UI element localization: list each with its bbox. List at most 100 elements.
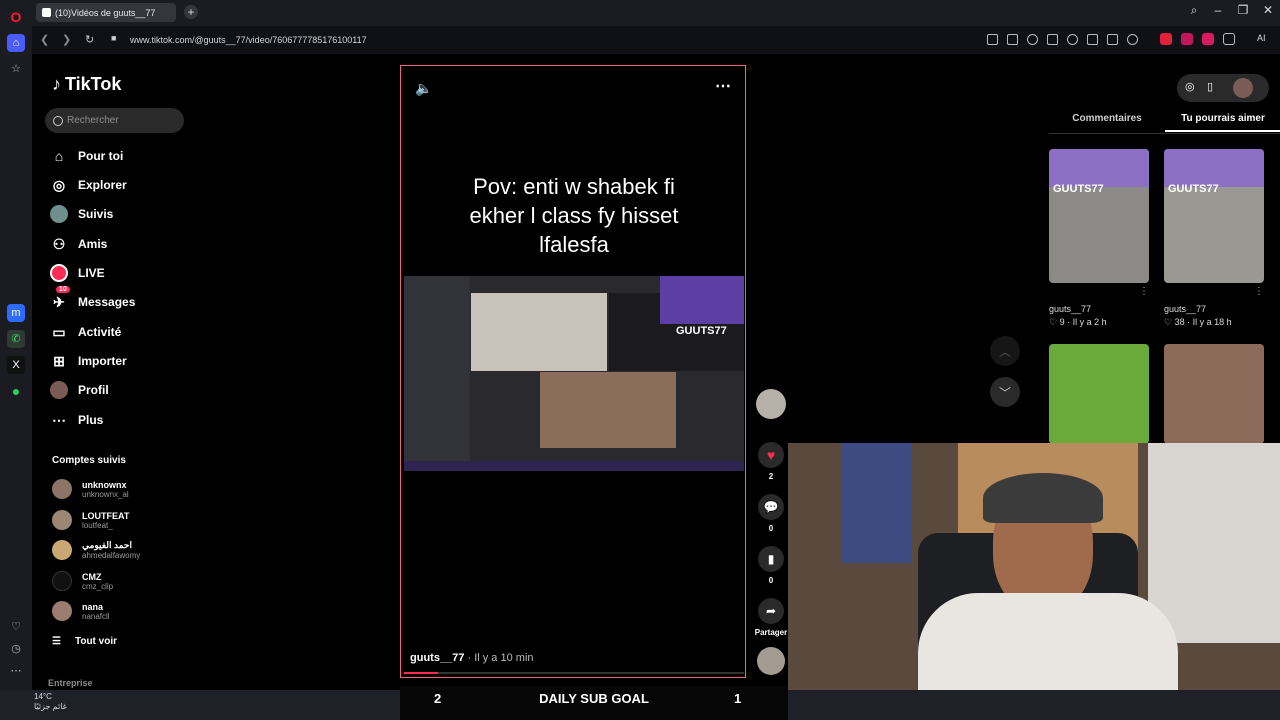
forward-icon[interactable]: ❯ bbox=[62, 33, 71, 46]
nav-explorer[interactable]: ◎ Explorer bbox=[50, 173, 127, 197]
see-all-link[interactable]: ☰ Tout voir bbox=[52, 636, 117, 647]
nav-amis[interactable]: ⚇ Amis bbox=[50, 232, 108, 256]
spotify-icon[interactable]: ● bbox=[7, 382, 25, 400]
device-icon[interactable]: ▯ bbox=[1207, 80, 1213, 93]
video-progress[interactable] bbox=[404, 672, 744, 674]
suggested-author[interactable]: guuts__77 bbox=[1164, 304, 1206, 314]
account-name: unknownx bbox=[82, 479, 127, 490]
nav-label: Profil bbox=[78, 383, 109, 397]
followed-account[interactable]: LOUTFEAT loutfeat_ bbox=[52, 506, 129, 534]
bookmark-icon: ▮ bbox=[758, 546, 784, 572]
overlay-name: GUUTS77 bbox=[676, 325, 727, 337]
followed-account[interactable]: unknownx unknownx_al bbox=[52, 475, 129, 503]
opera-logo-icon[interactable]: O bbox=[7, 8, 25, 26]
nav-profil[interactable]: Profil bbox=[50, 378, 109, 402]
history-icon[interactable]: ◷ bbox=[7, 640, 25, 658]
profile-avatar[interactable] bbox=[1233, 78, 1253, 98]
search-icon bbox=[53, 115, 63, 126]
more-options-icon[interactable]: ⋯ bbox=[715, 76, 731, 96]
messages-badge: 10 bbox=[56, 286, 70, 293]
followed-account[interactable]: CMZ cmz_clip bbox=[52, 567, 113, 595]
x-icon[interactable]: X bbox=[7, 356, 25, 374]
footer-link[interactable]: Entreprise bbox=[48, 678, 93, 688]
account-handle: nanafcll bbox=[82, 611, 110, 621]
more-options-icon[interactable]: ⋮ bbox=[1139, 286, 1149, 297]
play-icon[interactable] bbox=[1047, 34, 1058, 45]
minimize-icon[interactable]: – bbox=[1209, 3, 1227, 17]
extension-red-icon[interactable] bbox=[1160, 33, 1172, 45]
search-tabs-icon[interactable]: ⌕ bbox=[1185, 3, 1203, 18]
followed-account[interactable]: nana nanafcll bbox=[52, 597, 110, 625]
volume-icon[interactable]: 🔈 bbox=[415, 80, 432, 97]
menu-icon[interactable] bbox=[1107, 34, 1118, 45]
download-icon[interactable] bbox=[1087, 34, 1098, 45]
extension-pink-icon[interactable] bbox=[1181, 33, 1193, 45]
messenger-icon[interactable]: m bbox=[7, 304, 25, 322]
taskbar-strip bbox=[404, 461, 744, 471]
followed-account[interactable]: احمد الفيومي ahmedalfawomy bbox=[52, 536, 140, 564]
share-button[interactable]: ➦ Partager bbox=[755, 598, 787, 637]
maximize-icon[interactable]: ❐ bbox=[1234, 3, 1252, 17]
nav-pour-toi[interactable]: ⌂ Pour toi bbox=[50, 144, 124, 168]
back-icon[interactable]: ❮ bbox=[40, 33, 49, 46]
nav-messages[interactable]: ✈ 10 Messages bbox=[50, 286, 135, 314]
activity-icon: ▭ bbox=[52, 323, 66, 340]
compass-icon[interactable]: ◎ bbox=[1185, 80, 1195, 93]
streamer-cam bbox=[660, 276, 744, 324]
window bbox=[1148, 443, 1280, 643]
suggested-video-thumbnail[interactable]: GUUTS77 bbox=[1164, 149, 1264, 283]
home-icon[interactable]: ⌂ bbox=[7, 34, 25, 52]
tiktok-note-icon: ♪ bbox=[52, 74, 61, 94]
nav-activite[interactable]: ▭ Activité bbox=[50, 320, 121, 344]
suggested-video-thumbnail[interactable] bbox=[1164, 344, 1264, 444]
weather-widget[interactable]: 14°C غائم جزئيًا bbox=[14, 692, 67, 712]
browser-tab[interactable]: (10)Vidéos de guuts__77 bbox=[36, 3, 176, 22]
heart-outline-icon[interactable] bbox=[1067, 34, 1078, 45]
music-disc[interactable] bbox=[756, 647, 786, 675]
extension-magenta-icon[interactable] bbox=[1202, 33, 1214, 45]
shield-icon[interactable] bbox=[1027, 34, 1038, 45]
suggested-video-thumbnail[interactable]: GUUTS77 bbox=[1049, 149, 1149, 283]
author-avatar[interactable] bbox=[756, 389, 786, 419]
nav-live[interactable]: LIVE bbox=[50, 261, 105, 285]
search-input[interactable]: Rechercher bbox=[45, 108, 184, 133]
comment-button[interactable]: 💬 0 bbox=[756, 494, 786, 533]
close-window-icon[interactable]: ✕ bbox=[1259, 3, 1277, 17]
edit-icon[interactable] bbox=[987, 34, 998, 45]
previous-video-button[interactable]: ︿ bbox=[990, 336, 1020, 366]
camera-icon[interactable] bbox=[1007, 34, 1018, 45]
extensions-icon[interactable] bbox=[1223, 33, 1235, 45]
heart-icon[interactable]: ♡ bbox=[7, 618, 25, 636]
tiktok-logo[interactable]: ♪ TikTok bbox=[52, 74, 121, 95]
account-icon[interactable] bbox=[1127, 34, 1138, 45]
new-tab-button[interactable]: + bbox=[184, 5, 198, 19]
suggested-stats: ♡ 9 · Il y a 2 h bbox=[1049, 317, 1107, 327]
webcam-frame bbox=[471, 293, 607, 371]
video-author[interactable]: guuts__77 · Il y a 10 min bbox=[410, 652, 534, 664]
suggested-author[interactable]: guuts__77 bbox=[1049, 304, 1091, 314]
save-button[interactable]: ▮ 0 bbox=[756, 546, 786, 585]
url-field[interactable]: www.tiktok.com/@guuts__77/video/76067777… bbox=[130, 35, 367, 45]
nav-label: Suivis bbox=[78, 207, 114, 221]
suggested-video-thumbnail[interactable] bbox=[1049, 344, 1149, 444]
heart-icon: ♥ bbox=[758, 442, 784, 468]
tab-comments[interactable]: Commentaires bbox=[1049, 110, 1165, 132]
nav-importer[interactable]: ⊞ Importer bbox=[50, 349, 127, 373]
account-handle: ahmedalfawomy bbox=[82, 551, 141, 560]
curtain bbox=[842, 443, 912, 563]
account-handle: loutfeat_ bbox=[82, 520, 113, 530]
star-icon[interactable]: ☆ bbox=[7, 60, 25, 78]
nav-plus[interactable]: ⋯ Plus bbox=[50, 408, 103, 432]
like-button[interactable]: ♥ 2 bbox=[756, 442, 786, 481]
account-handle: unknownx_al bbox=[82, 489, 129, 499]
ai-button[interactable]: AI bbox=[1257, 33, 1266, 43]
next-video-button[interactable]: ﹀ bbox=[990, 377, 1020, 407]
nav-suivis[interactable]: Suivis bbox=[50, 202, 113, 226]
more-dots-icon[interactable]: ⋯ bbox=[7, 662, 25, 680]
reload-icon[interactable]: ↻ bbox=[85, 33, 94, 46]
tab-suggestions[interactable]: Tu pourrais aimer bbox=[1165, 110, 1280, 132]
video-player[interactable]: 🔈 ⋯ Pov: enti w shabek fi ekher l class … bbox=[400, 65, 746, 678]
share-icon: ➦ bbox=[758, 598, 784, 624]
whatsapp-icon[interactable]: ✆ bbox=[7, 330, 25, 348]
more-options-icon[interactable]: ⋮ bbox=[1254, 286, 1264, 297]
